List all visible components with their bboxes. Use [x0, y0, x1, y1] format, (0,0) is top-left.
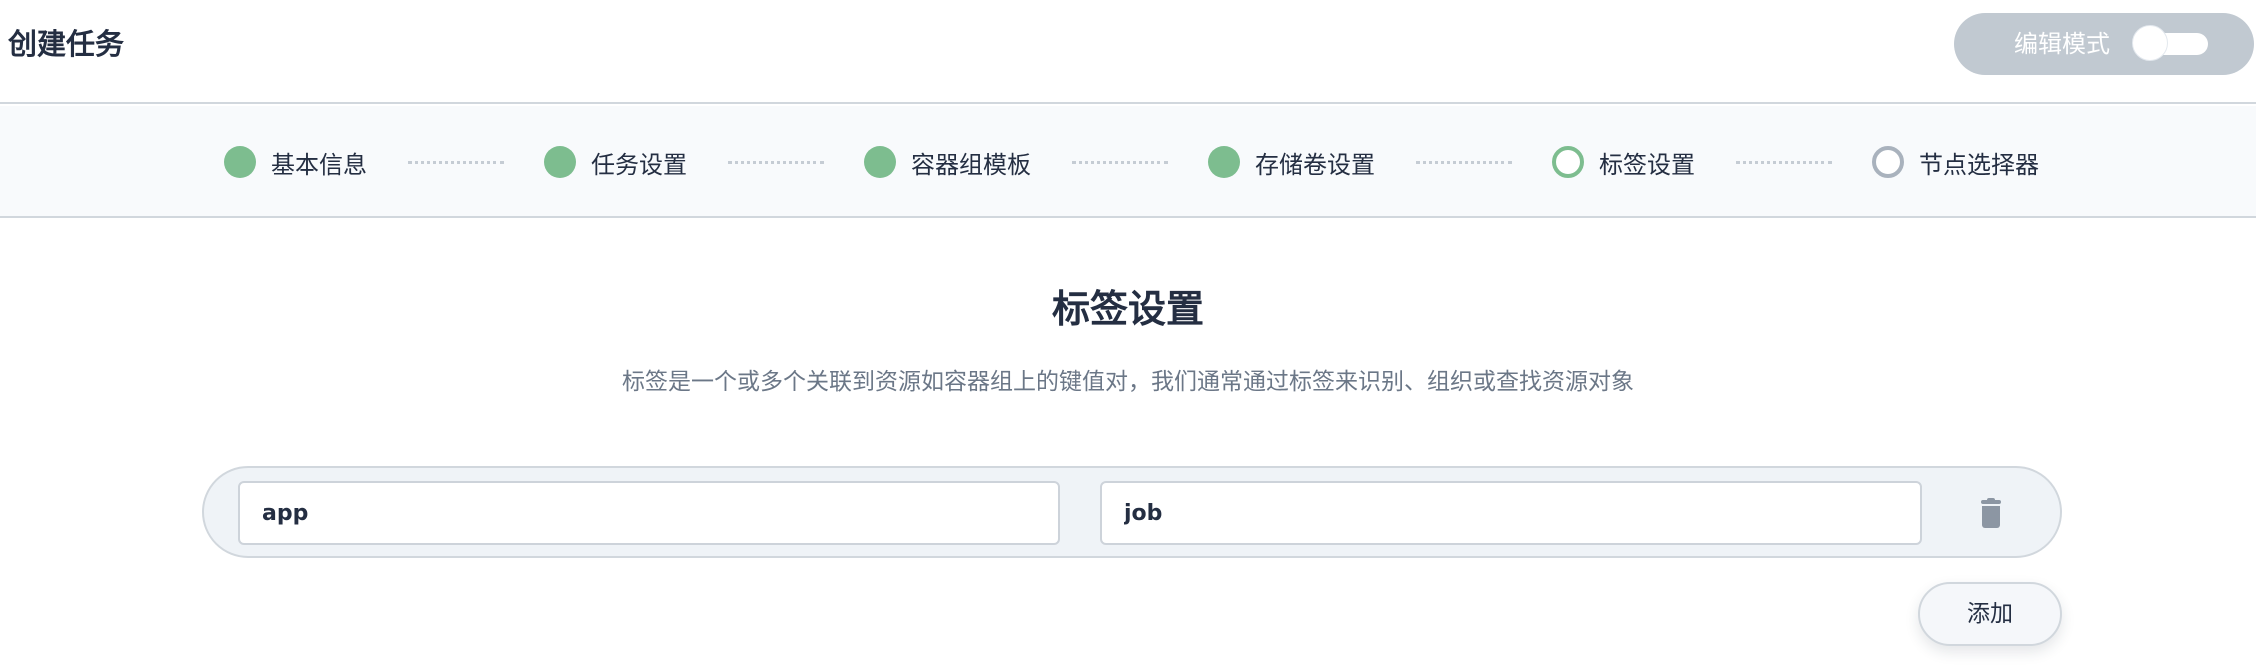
step-label-settings[interactable]: 标签设置 [1552, 106, 1695, 218]
steps-bar: 基本信息 任务设置 容器组模板 存储卷设置 标签设置 节点选择器 [0, 106, 2256, 218]
step-current-icon [1552, 146, 1584, 178]
step-separator [728, 161, 824, 164]
step-done-icon [1208, 146, 1240, 178]
step-label: 存储卷设置 [1255, 150, 1375, 179]
page-header: 创建任务 编辑模式 [0, 0, 2256, 104]
add-label-button[interactable]: 添加 [1918, 582, 2062, 646]
step-label: 任务设置 [591, 150, 687, 179]
step-label: 节点选择器 [1919, 150, 2039, 179]
label-value-input[interactable] [1100, 481, 1922, 545]
section-title: 标签设置 [1051, 287, 1204, 331]
label-key-input[interactable] [238, 481, 1060, 545]
step-label: 容器组模板 [911, 150, 1031, 179]
step-job-settings[interactable]: 任务设置 [544, 106, 687, 218]
page-title: 创建任务 [8, 27, 125, 61]
step-separator [1072, 161, 1168, 164]
step-label: 标签设置 [1599, 150, 1695, 179]
step-done-icon [544, 146, 576, 178]
step-volume-settings[interactable]: 存储卷设置 [1208, 106, 1375, 218]
toggle-switch[interactable] [2132, 25, 2208, 61]
step-pending-icon [1872, 146, 1904, 178]
edit-mode-toggle[interactable]: 编辑模式 [1954, 13, 2254, 75]
step-separator [1416, 161, 1512, 164]
step-pod-template[interactable]: 容器组模板 [864, 106, 1031, 218]
toggle-knob [2132, 25, 2168, 61]
step-node-selector[interactable]: 节点选择器 [1872, 106, 2039, 218]
step-separator [1736, 161, 1832, 164]
step-separator [408, 161, 504, 164]
step-done-icon [864, 146, 896, 178]
section-description: 标签是一个或多个关联到资源如容器组上的键值对，我们通常通过标签来识别、组织或查找… [622, 369, 1634, 395]
label-row [202, 466, 2062, 558]
step-done-icon [224, 146, 256, 178]
step-label: 基本信息 [271, 150, 367, 179]
delete-label-button[interactable] [1972, 498, 2008, 532]
step-basic-info[interactable]: 基本信息 [224, 106, 367, 218]
edit-mode-label: 编辑模式 [2014, 30, 2110, 58]
